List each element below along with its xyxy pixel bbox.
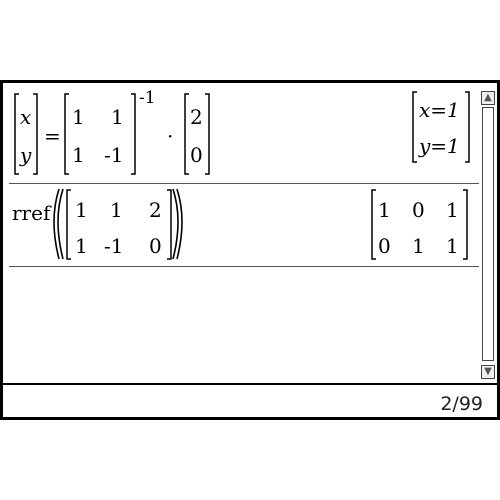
result-cell: 1 <box>446 234 459 258</box>
matrix-cell: 1 <box>75 198 88 222</box>
history-page-counter: 2/99 <box>440 393 483 415</box>
status-divider <box>3 383 497 385</box>
scroll-up-arrow-icon[interactable]: ▲ <box>481 91 495 105</box>
result-cell: 0 <box>378 234 391 258</box>
matrix-cell: 1 <box>110 198 123 222</box>
result-cell: 0 <box>412 198 425 222</box>
scrollbar-thumb[interactable] <box>482 107 494 361</box>
matrix-cell: 1 <box>75 234 88 258</box>
matrix-cell: 0 <box>149 234 162 258</box>
matrix-cell: 2 <box>149 198 162 222</box>
scrollbar[interactable]: ▲ ▼ <box>481 91 495 379</box>
matrix-cell: -1 <box>104 234 124 258</box>
entry-divider <box>9 266 479 267</box>
result-cell: 1 <box>412 234 425 258</box>
scroll-down-arrow-icon[interactable]: ▼ <box>481 365 495 379</box>
calculator-screen: x y = 1 1 1 -1 -1 · 2 0 x=1 y=1 rref 1 1… <box>0 80 500 420</box>
result-cell: 1 <box>378 198 391 222</box>
result-cell: 1 <box>446 198 459 222</box>
rref-function: rref <box>12 201 51 225</box>
